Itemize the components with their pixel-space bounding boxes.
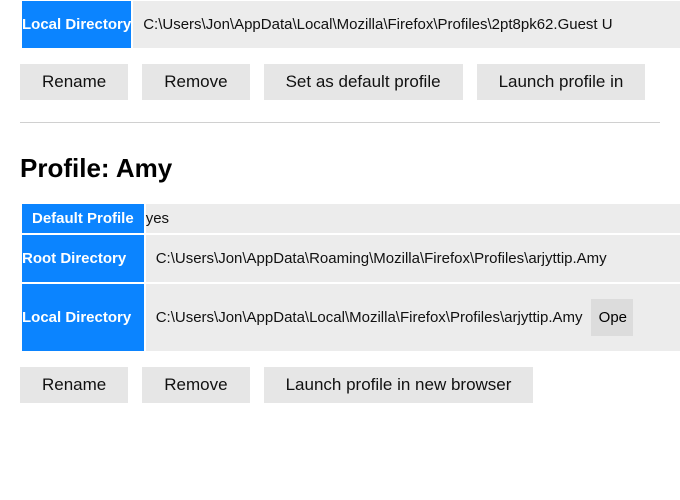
rename-button[interactable]: Rename: [20, 64, 128, 100]
local-directory-label: Local Directory: [22, 284, 144, 351]
local-directory-path: C:\Users\Jon\AppData\Local\Mozilla\Firef…: [156, 309, 583, 326]
profile-heading-amy: Profile: Amy: [20, 153, 660, 184]
root-directory-value: C:\Users\Jon\AppData\Roaming\Mozilla\Fir…: [146, 235, 680, 282]
rename-button[interactable]: Rename: [20, 367, 128, 403]
launch-profile-button[interactable]: Launch profile in new browser: [264, 367, 534, 403]
set-default-button[interactable]: Set as default profile: [264, 64, 463, 100]
profile-actions-guest: Rename Remove Set as default profile Lau…: [20, 64, 660, 100]
default-profile-value: yes: [146, 204, 680, 233]
profile-table-amy: Default Profile yes Root Directory C:\Us…: [20, 202, 680, 353]
remove-button[interactable]: Remove: [142, 64, 249, 100]
profile-actions-amy: Rename Remove Launch profile in new brow…: [20, 367, 660, 403]
local-directory-value: C:\Users\Jon\AppData\Local\Mozilla\Firef…: [146, 284, 680, 351]
local-directory-value: C:\Users\Jon\AppData\Local\Mozilla\Firef…: [133, 1, 680, 48]
default-profile-label: Default Profile: [22, 204, 144, 233]
root-directory-label: Root Directory: [22, 235, 144, 282]
launch-profile-button[interactable]: Launch profile in: [477, 64, 646, 100]
remove-button[interactable]: Remove: [142, 367, 249, 403]
divider: [20, 122, 660, 123]
open-folder-button[interactable]: Ope: [591, 299, 633, 336]
profile-table-guest: Root Directory C:\Users\Jon\AppData\Roam…: [20, 0, 680, 50]
root-directory-path: C:\Users\Jon\AppData\Roaming\Mozilla\Fir…: [156, 250, 607, 267]
local-directory-label: Local Directory: [22, 1, 131, 48]
